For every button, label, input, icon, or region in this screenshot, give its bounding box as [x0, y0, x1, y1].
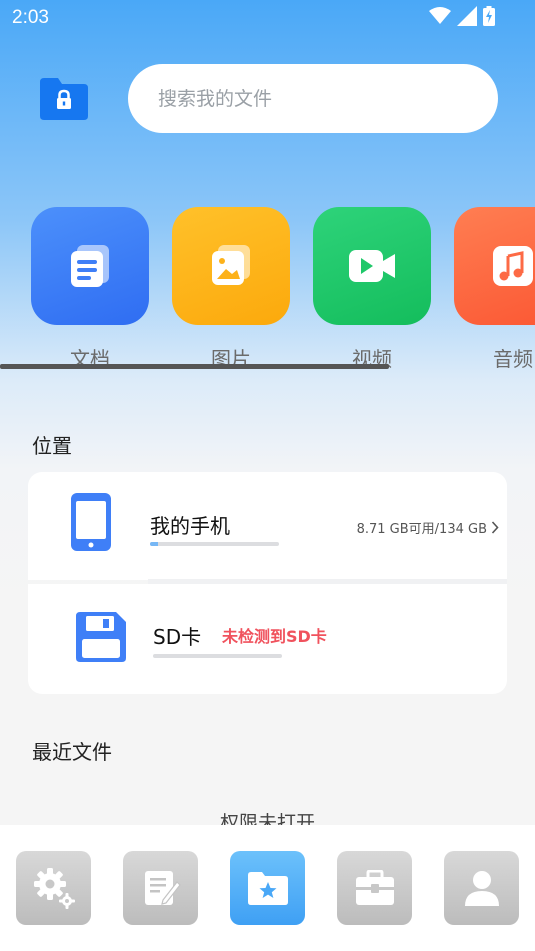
sd-card-status: 未检测到SD卡	[222, 627, 327, 646]
category-label: 音频	[493, 347, 533, 371]
wifi-icon	[429, 7, 451, 24]
battery-charging-icon	[483, 6, 495, 26]
phone-icon	[71, 493, 111, 551]
nav-profile[interactable]	[444, 851, 519, 925]
phone-storage-bar	[150, 542, 279, 546]
recent-files-title: 最近文件	[32, 740, 112, 764]
video-icon	[349, 250, 395, 282]
category-documents[interactable]: 文档	[31, 207, 149, 371]
status-time: 2:03	[12, 7, 49, 28]
music-icon	[493, 246, 533, 286]
phone-storage-name: 我的手机	[150, 514, 230, 538]
category-videos[interactable]: 视频	[313, 207, 431, 371]
category-scroll-indicator	[0, 364, 389, 369]
status-bar: 2:03	[0, 0, 535, 36]
category-tile[interactable]	[313, 207, 431, 325]
phone-storage-info[interactable]: 8.71 GB可用/134 GB	[357, 518, 499, 537]
sd-card-icon	[76, 612, 126, 662]
nav-notes[interactable]	[123, 851, 198, 925]
category-row[interactable]: 文档 图片 视频 音频	[0, 207, 535, 372]
status-icons	[429, 6, 495, 26]
sd-card-name: SD卡	[153, 625, 202, 649]
sd-card-bar	[153, 654, 282, 658]
category-images[interactable]: 图片	[172, 207, 290, 371]
phone-storage-fill	[150, 542, 159, 546]
category-tile[interactable]	[172, 207, 290, 325]
category-audio[interactable]: 音频	[454, 207, 535, 371]
edit-note-icon	[144, 871, 181, 905]
bottom-nav	[0, 825, 535, 951]
nav-settings[interactable]	[16, 851, 91, 925]
phone-storage-capacity: 8.71 GB可用/134 GB	[356, 522, 487, 537]
search-input[interactable]	[128, 64, 498, 133]
signal-icon	[457, 6, 477, 26]
document-icon	[71, 245, 109, 287]
toolbox-icon	[355, 870, 394, 905]
user-icon	[464, 871, 499, 906]
favorite-folder-icon	[247, 872, 288, 905]
nav-files[interactable]	[230, 851, 305, 925]
image-icon	[212, 245, 250, 285]
nav-toolbox[interactable]	[337, 851, 412, 925]
category-tile[interactable]	[31, 207, 149, 325]
chevron-right-icon	[491, 521, 499, 534]
lock-folder-icon[interactable]	[40, 78, 88, 120]
category-tile[interactable]	[454, 207, 535, 325]
location-title: 位置	[32, 434, 72, 458]
settings-icon	[33, 868, 75, 909]
